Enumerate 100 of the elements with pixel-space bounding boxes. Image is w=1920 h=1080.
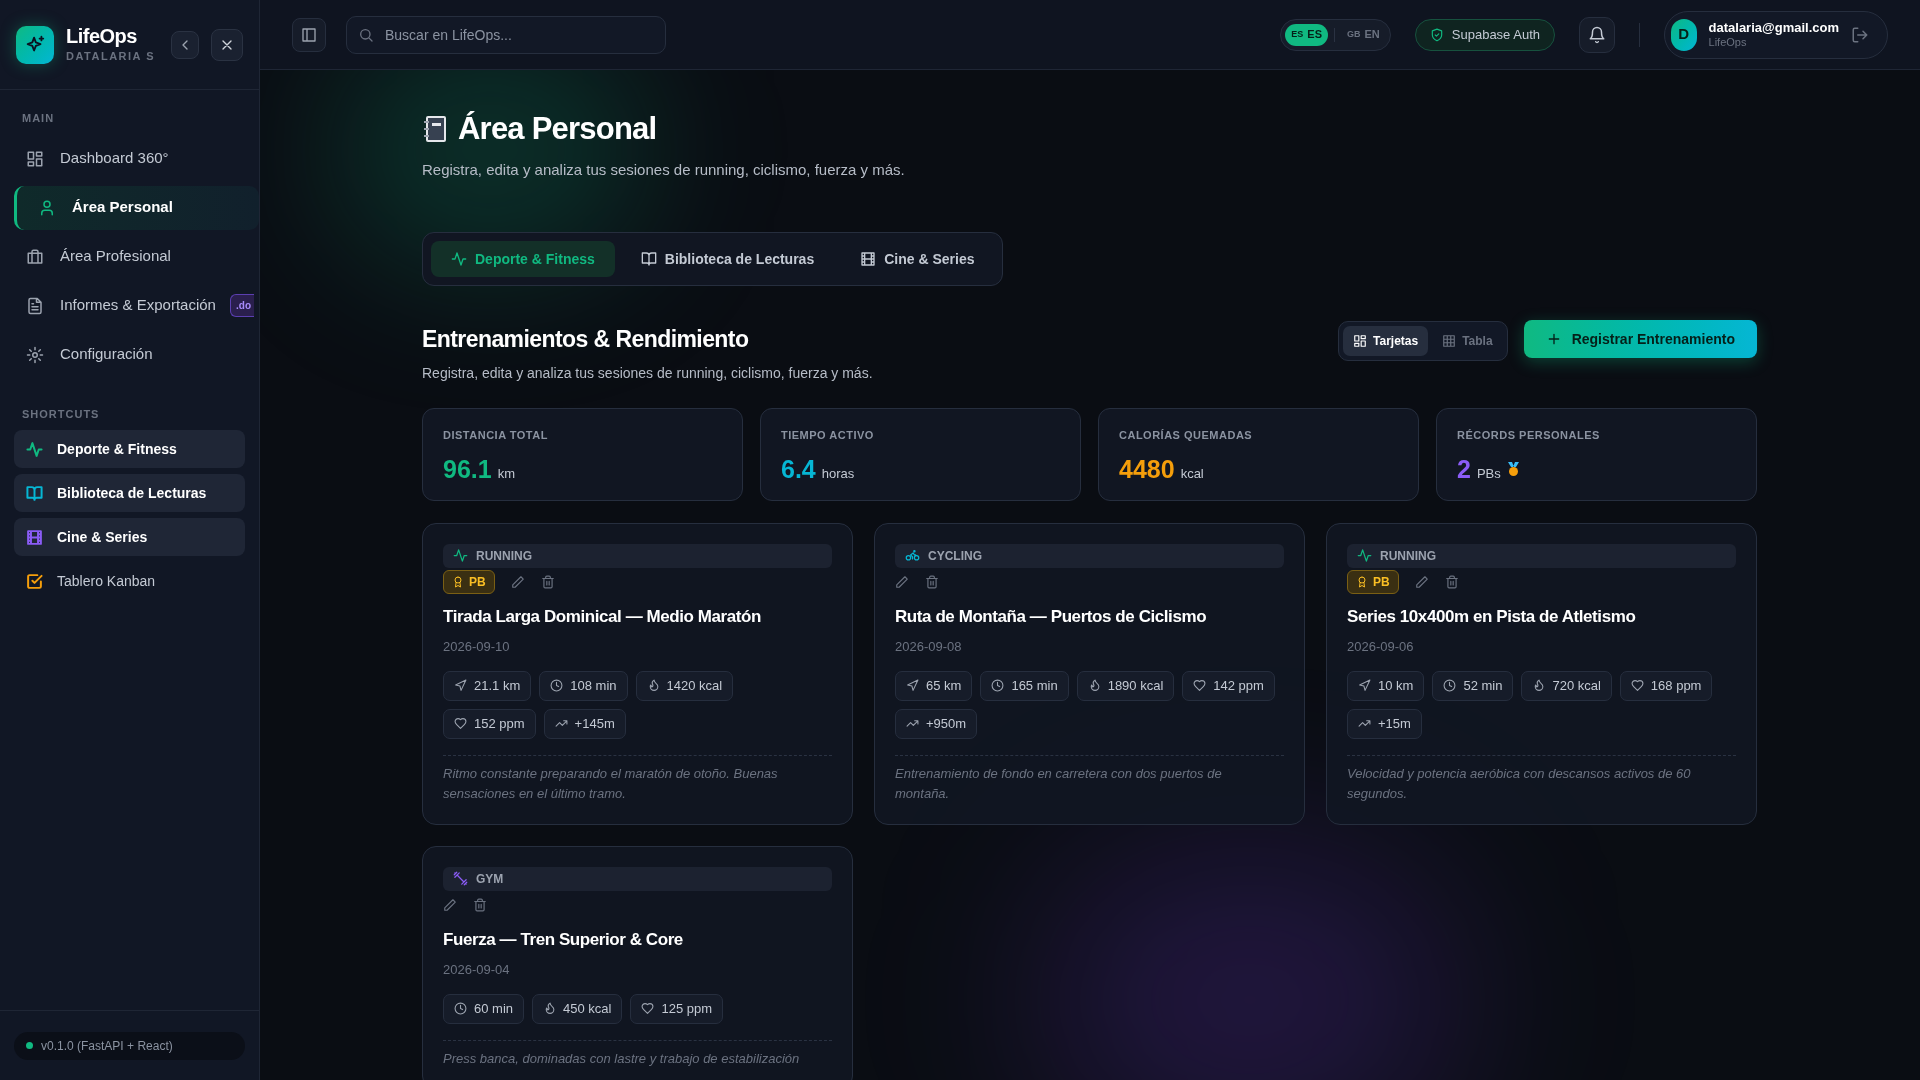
trash-icon — [473, 897, 487, 912]
nav-badge: .do — [230, 294, 254, 317]
workout-date: 2026-09-10 — [443, 638, 511, 656]
pulse-icon — [451, 251, 467, 267]
metric-chip: 152 ppm — [443, 708, 536, 739]
section-label: MAIN — [21, 111, 56, 126]
trash-icon — [540, 574, 555, 589]
shortcut-item[interactable]: Deporte & Fitness — [14, 430, 245, 468]
dashboard-icon — [26, 149, 44, 168]
grid-icon — [1353, 334, 1368, 348]
pencil-icon — [510, 574, 525, 589]
register-workout-button[interactable]: Registrar Entrenamiento — [1523, 320, 1757, 358]
view-toggle[interactable]: Tarjetas — [1343, 326, 1429, 356]
award-icon — [452, 575, 464, 588]
flame-icon — [1532, 679, 1546, 692]
workout-type-tag: GYM — [443, 866, 832, 891]
clock-icon — [454, 1002, 467, 1015]
nav-item[interactable]: Área Profesional — [14, 234, 259, 279]
tab[interactable]: Deporte & Fitness — [431, 241, 615, 277]
delete-button[interactable] — [540, 574, 555, 589]
workout-card[interactable]: GYM Fuerza — Tren Superior & Core 2026-09-04 60 min 450 kcal 125 ppm Press banca, dominadas con lastre y trabajo de estabilización — [422, 845, 853, 1080]
trash-icon — [925, 574, 939, 589]
metric-chip: 1890 kcal — [1076, 670, 1175, 701]
section-label: SHORTCUTS — [21, 406, 101, 422]
workspace-name: DATALARIA S — [66, 49, 156, 65]
document-icon — [26, 296, 44, 315]
table-icon — [1442, 334, 1457, 348]
shortcut-item[interactable]: Biblioteca de Lecturas — [14, 474, 245, 512]
clock-icon — [991, 679, 1005, 692]
edit-button[interactable] — [895, 574, 909, 589]
award-icon — [1356, 575, 1368, 588]
edit-button[interactable] — [510, 574, 525, 589]
bicycle-icon — [905, 548, 920, 563]
auth-badge: Supabase Auth — [1414, 18, 1555, 51]
metric-chip: 21.1 km — [443, 670, 532, 701]
language-button[interactable]: ES ES — [1285, 23, 1328, 46]
nav-item[interactable]: Informes & Exportación — [14, 283, 230, 328]
tab[interactable]: Biblioteca de Lecturas — [620, 241, 835, 277]
pencil-icon — [1414, 574, 1429, 589]
nav-item[interactable]: Área Personal — [14, 185, 259, 230]
delete-button[interactable] — [925, 574, 939, 589]
metric-chip: 450 kcal — [532, 993, 623, 1024]
delete-button[interactable] — [473, 897, 487, 912]
tab[interactable]: Cine & Series — [840, 241, 995, 277]
settings-icon — [26, 345, 44, 364]
shield-icon — [1429, 27, 1444, 42]
shortcut-item[interactable]: Cine & Series — [14, 518, 245, 556]
language-button[interactable]: GB EN — [1341, 23, 1386, 46]
stat-unit: horas — [821, 465, 855, 483]
metric-chip: 52 min — [1432, 670, 1514, 701]
user-icon — [38, 198, 56, 217]
clock-icon — [1443, 679, 1457, 692]
view-toggle[interactable]: Tabla — [1432, 326, 1503, 356]
user-app: LifeOps — [1708, 35, 1748, 50]
workout-type-tag: RUNNING — [1347, 543, 1736, 568]
workout-notes: Ritmo constante preparando el maratón de otoño. Buenas sensaciones en el último tramo. — [443, 764, 779, 803]
edit-button[interactable] — [443, 897, 457, 912]
close-button[interactable] — [211, 28, 243, 61]
shortcut-item[interactable]: Tablero Kanban — [14, 562, 245, 600]
workout-card[interactable]: RUNNING PB Series 10x400m en Pista de Atletismo 2026-09-06 10 km 52 min 720 kcal 168 ppm +15m Velocidad y potencia aeróbica con descansos activos de 60 segundos. — [1326, 522, 1757, 825]
collapse-button[interactable] — [171, 30, 199, 59]
search-field[interactable]: Buscar en LifeOps... — [346, 15, 666, 54]
section-subtitle: Registra, edita y analiza tus sesiones de running, ciclismo, fuerza y más. — [422, 363, 873, 383]
pencil-icon — [443, 897, 457, 912]
user-menu[interactable]: D datalaria@gmail.com LifeOps — [1664, 10, 1888, 59]
trending-up-icon — [1358, 717, 1371, 730]
section-title: Entrenamientos & Rendimiento — [422, 325, 750, 354]
metric-chip: 1420 kcal — [635, 670, 734, 701]
heart-icon — [1630, 679, 1644, 692]
nav-item[interactable]: Dashboard 360° — [14, 136, 259, 181]
edit-button[interactable] — [1414, 574, 1429, 589]
nav-item[interactable]: Configuración — [14, 332, 259, 377]
sidebar-toggle-button[interactable] — [292, 17, 326, 52]
navigation-icon — [454, 679, 467, 692]
delete-button[interactable] — [1444, 574, 1459, 589]
stat-unit: kcal — [1180, 465, 1204, 483]
stat-value: 4480 — [1119, 454, 1175, 485]
workout-card[interactable]: CYCLING Ruta de Montaña — Puertos de Ciclismo 2026-09-08 65 km 165 min 1890 kcal 142 ppm +950m Entrenamiento de fondo en carretera con dos puertos de montaña. — [874, 522, 1305, 825]
bell-icon — [1588, 25, 1606, 44]
workout-type-tag: CYCLING — [895, 543, 1284, 568]
pulse-icon — [1357, 548, 1372, 563]
trash-icon — [1444, 574, 1459, 589]
stat-unit: PBs — [1476, 465, 1501, 483]
workout-title: Tirada Larga Dominical — Medio Maratón — [443, 605, 762, 628]
dumbbell-icon — [453, 871, 468, 886]
metric-chip: 168 ppm — [1619, 670, 1713, 701]
notifications-button[interactable] — [1579, 16, 1615, 53]
metric-chip: +145m — [543, 708, 626, 739]
pencil-icon — [895, 574, 909, 589]
trending-up-icon — [906, 717, 919, 730]
metric-chip: +950m — [895, 708, 978, 739]
flame-icon — [543, 1002, 557, 1015]
stat-value: 6.4 — [781, 454, 816, 485]
stat-value: 96.1 — [443, 454, 492, 485]
book-icon — [640, 251, 657, 267]
metric-chip: 142 ppm — [1182, 670, 1275, 701]
pulse-icon — [453, 548, 468, 563]
workout-card[interactable]: RUNNING PB Tirada Larga Dominical — Medio Maratón 2026-09-10 21.1 km 108 min 1420 kcal 152 ppm +145m Ritmo constante preparando el maratón de otoño. Buenas sensaciones en el último tramo. — [422, 522, 853, 825]
metric-chip: 60 min — [443, 993, 525, 1024]
stat-unit: km — [497, 465, 515, 483]
